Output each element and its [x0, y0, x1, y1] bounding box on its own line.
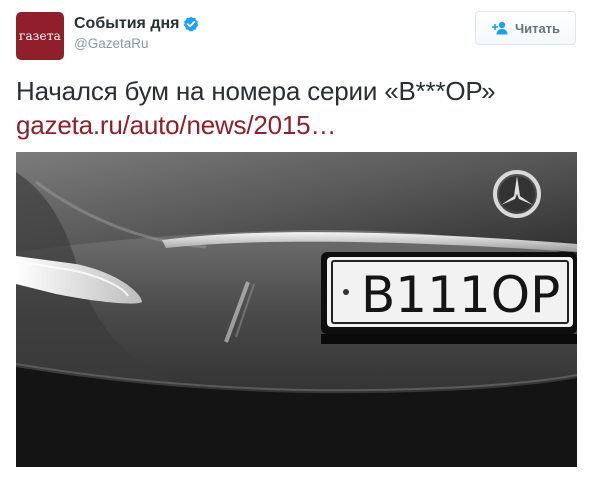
- display-name[interactable]: События дня: [74, 14, 179, 34]
- tweet-media-photo[interactable]: В111ОР: [16, 152, 577, 467]
- car-photo: В111ОР: [16, 152, 577, 467]
- tweet-card: газета События дня @GazetaRu Читать Нача…: [0, 0, 593, 482]
- mercedes-star-icon: [493, 170, 541, 218]
- tweet-text: Начался бум на номера серии «В***ОР» gaz…: [16, 74, 581, 142]
- avatar-logo-text: газета: [18, 29, 62, 43]
- verified-badge-icon: [183, 16, 199, 32]
- follow-button-label: Читать: [514, 20, 561, 36]
- tweet-link[interactable]: gazeta.ru/auto/news/2015…: [16, 108, 581, 142]
- avatar[interactable]: газета: [16, 12, 64, 60]
- follow-button[interactable]: Читать: [475, 11, 576, 45]
- add-user-icon: [491, 21, 509, 35]
- account-name-row: События дня: [74, 14, 199, 34]
- plate-number: В111ОР: [361, 266, 560, 324]
- account-handle[interactable]: @GazetaRu: [74, 35, 149, 53]
- tweet-body: Начался бум на номера серии «В***ОР»: [16, 76, 496, 106]
- license-plate: В111ОР: [321, 252, 577, 334]
